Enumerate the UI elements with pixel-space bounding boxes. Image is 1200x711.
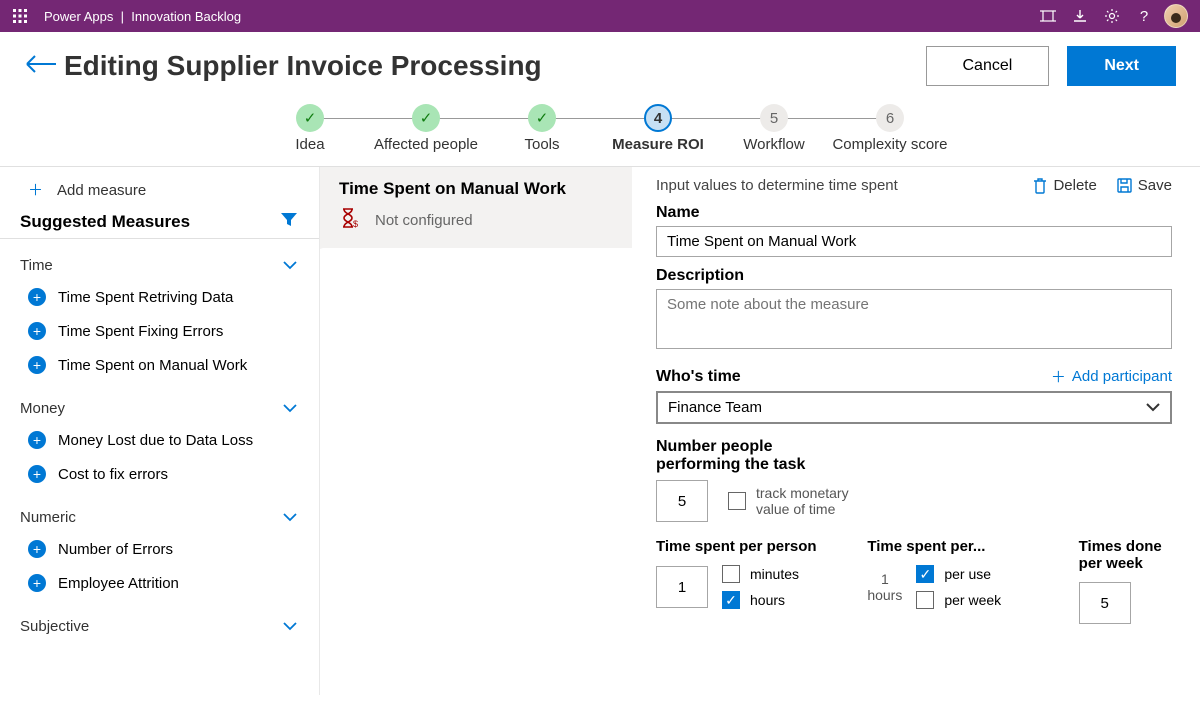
- track-monetary-checkbox[interactable]: [728, 492, 746, 510]
- step-complexity[interactable]: 6Complexity score: [832, 104, 948, 154]
- cancel-button[interactable]: Cancel: [926, 46, 1050, 86]
- add-circle-icon: +: [28, 540, 46, 558]
- add-circle-icon: +: [28, 574, 46, 592]
- left-panel: ＋Add measure Suggested Measures Time +Ti…: [0, 167, 320, 695]
- right-panel: Input values to determine time spent Del…: [632, 167, 1200, 695]
- per-week-checkbox[interactable]: [916, 591, 934, 609]
- add-circle-icon: +: [28, 431, 46, 449]
- suggestion-item[interactable]: +Employee Attrition: [0, 566, 319, 600]
- group-subjective[interactable]: Subjective: [0, 600, 319, 641]
- next-button[interactable]: Next: [1067, 46, 1176, 86]
- name-label: Name: [656, 204, 1172, 222]
- save-button[interactable]: Save: [1117, 177, 1172, 194]
- plus-icon: ＋: [1051, 366, 1066, 387]
- plus-icon: ＋: [28, 182, 43, 199]
- add-circle-icon: +: [28, 288, 46, 306]
- group-numeric[interactable]: Numeric: [0, 491, 319, 532]
- suggestion-item[interactable]: +Time Spent Fixing Errors: [0, 314, 319, 348]
- time-per-person-field[interactable]: [656, 566, 708, 608]
- add-participant-button[interactable]: ＋Add participant: [1051, 366, 1172, 387]
- measure-card-status: Not configured: [375, 212, 473, 229]
- wizard-steps: ✓Idea ✓Affected people ✓Tools 4Measure R…: [0, 98, 1200, 167]
- per-use-checkbox[interactable]: ✓: [916, 565, 934, 583]
- hourglass-money-icon: $: [339, 207, 361, 234]
- waffle-icon[interactable]: [8, 4, 32, 28]
- suggestion-item[interactable]: +Money Lost due to Data Loss: [0, 423, 319, 457]
- filter-icon[interactable]: [281, 213, 297, 232]
- description-field[interactable]: [656, 289, 1172, 349]
- chevron-down-icon: [283, 257, 297, 274]
- back-arrow-icon[interactable]: [24, 54, 64, 79]
- topbar-title: Power Apps | Innovation Backlog: [44, 9, 241, 24]
- times-done-label: Times done per week: [1079, 538, 1172, 572]
- fit-icon[interactable]: [1032, 0, 1064, 32]
- page-title: Editing Supplier Invoice Processing: [64, 50, 542, 82]
- add-circle-icon: +: [28, 356, 46, 374]
- chevron-down-icon: [283, 618, 297, 635]
- measure-card[interactable]: Time Spent on Manual Work $ Not configur…: [320, 167, 632, 249]
- group-money[interactable]: Money: [0, 382, 319, 423]
- add-measure-button[interactable]: ＋Add measure: [0, 167, 319, 208]
- chevron-down-icon: [283, 509, 297, 526]
- minutes-checkbox[interactable]: [722, 565, 740, 583]
- time-per-unit-display: 1 hours: [867, 571, 902, 603]
- app-topbar: Power Apps | Innovation Backlog ?: [0, 0, 1200, 32]
- middle-panel: Time Spent on Manual Work $ Not configur…: [320, 167, 632, 695]
- download-icon[interactable]: [1064, 0, 1096, 32]
- chevron-down-icon: [1146, 399, 1160, 416]
- whos-time-label: Who's time: [656, 368, 741, 386]
- help-icon[interactable]: ?: [1128, 0, 1160, 32]
- times-done-field[interactable]: [1079, 582, 1131, 624]
- name-field[interactable]: [656, 226, 1172, 257]
- step-tools[interactable]: ✓Tools: [484, 104, 600, 154]
- suggestion-item[interactable]: +Cost to fix errors: [0, 457, 319, 491]
- track-monetary-label: track monetary value of time: [756, 485, 866, 517]
- measure-card-title: Time Spent on Manual Work: [339, 179, 616, 199]
- hours-checkbox[interactable]: ✓: [722, 591, 740, 609]
- time-spent-per-label: Time spent per...: [867, 538, 1044, 555]
- step-idea[interactable]: ✓Idea: [252, 104, 368, 154]
- num-people-field[interactable]: [656, 480, 708, 522]
- step-affected-people[interactable]: ✓Affected people: [368, 104, 484, 154]
- avatar[interactable]: [1164, 4, 1188, 28]
- delete-button[interactable]: Delete: [1033, 177, 1096, 194]
- step-workflow[interactable]: 5Workflow: [716, 104, 832, 154]
- suggestion-item[interactable]: +Time Spent on Manual Work: [0, 348, 319, 382]
- time-per-person-label: Time spent per person: [656, 538, 833, 555]
- description-label: Description: [656, 267, 1172, 285]
- add-circle-icon: +: [28, 322, 46, 340]
- chevron-down-icon: [283, 400, 297, 417]
- gear-icon[interactable]: [1096, 0, 1128, 32]
- svg-text:$: $: [353, 219, 358, 229]
- suggestion-item[interactable]: +Time Spent Retriving Data: [0, 280, 319, 314]
- suggestion-item[interactable]: +Number of Errors: [0, 532, 319, 566]
- whos-time-select[interactable]: Finance Team: [656, 391, 1172, 424]
- page-header: Editing Supplier Invoice Processing Canc…: [0, 32, 1200, 98]
- group-time[interactable]: Time: [0, 239, 319, 280]
- num-people-label: Number people performing the task: [656, 438, 836, 474]
- suggested-measures-title: Suggested Measures: [20, 212, 190, 232]
- form-instruction: Input values to determine time spent: [656, 177, 1013, 194]
- add-circle-icon: +: [28, 465, 46, 483]
- step-measure-roi[interactable]: 4Measure ROI: [600, 104, 716, 154]
